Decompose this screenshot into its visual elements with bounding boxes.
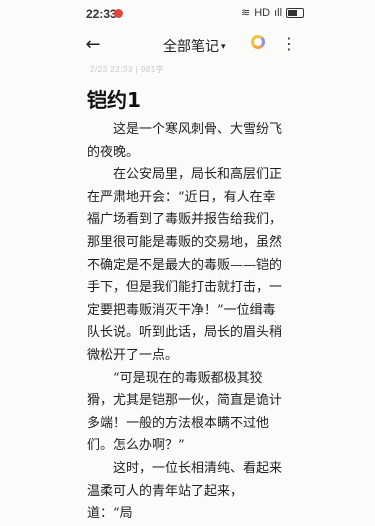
note-paragraph: 在公安局里，局长和高层们正在严肃地开会：“近日，有人在幸福广场看到了毒贩并报告给… — [87, 167, 283, 363]
hd-icon: HD — [254, 6, 271, 19]
signal-icon: ıll — [274, 6, 283, 19]
note-paragraph: 这是一个寒风刺骨、大雪纷飞的夜晚。 — [87, 122, 283, 160]
toolbar: ← 全部笔记 ▾ ⋮ — [0, 26, 375, 66]
wifi-icon: ≋ — [241, 7, 251, 19]
note-paragraph: 这时，一位长相清纯、看起来温柔可人的青年站了起来，道：“局 — [87, 460, 283, 522]
status-time: 22:33 — [86, 7, 117, 21]
status-bar: 22:33 ≋ HD ıll — [0, 0, 375, 26]
note-meta: 2/23 22:33 | 981字 — [90, 65, 165, 74]
folder-selector[interactable]: 全部笔记 ▾ — [163, 36, 226, 56]
folder-title: 全部笔记 — [163, 39, 219, 55]
back-arrow-icon[interactable]: ← — [82, 34, 104, 56]
chevron-down-icon: ▾ — [221, 42, 226, 52]
app-notification-icon — [114, 9, 123, 18]
note-body[interactable]: 这是一个寒风刺骨、大雪纷飞的夜晚。 在公安局里，局长和高层们正在严肃地开会：“近… — [87, 119, 287, 526]
more-vertical-icon[interactable]: ⋮ — [281, 34, 297, 54]
color-theme-icon[interactable] — [251, 35, 265, 49]
note-title[interactable]: 铠约1 — [87, 84, 141, 113]
battery-icon — [286, 7, 305, 18]
status-icons: ≋ HD ıll — [241, 6, 305, 19]
note-paragraph: “可是现在的毒贩都极其狡猾，尤其是铠那一伙，简直是诡计多端！一般的方法根本瞒不过… — [87, 370, 283, 454]
